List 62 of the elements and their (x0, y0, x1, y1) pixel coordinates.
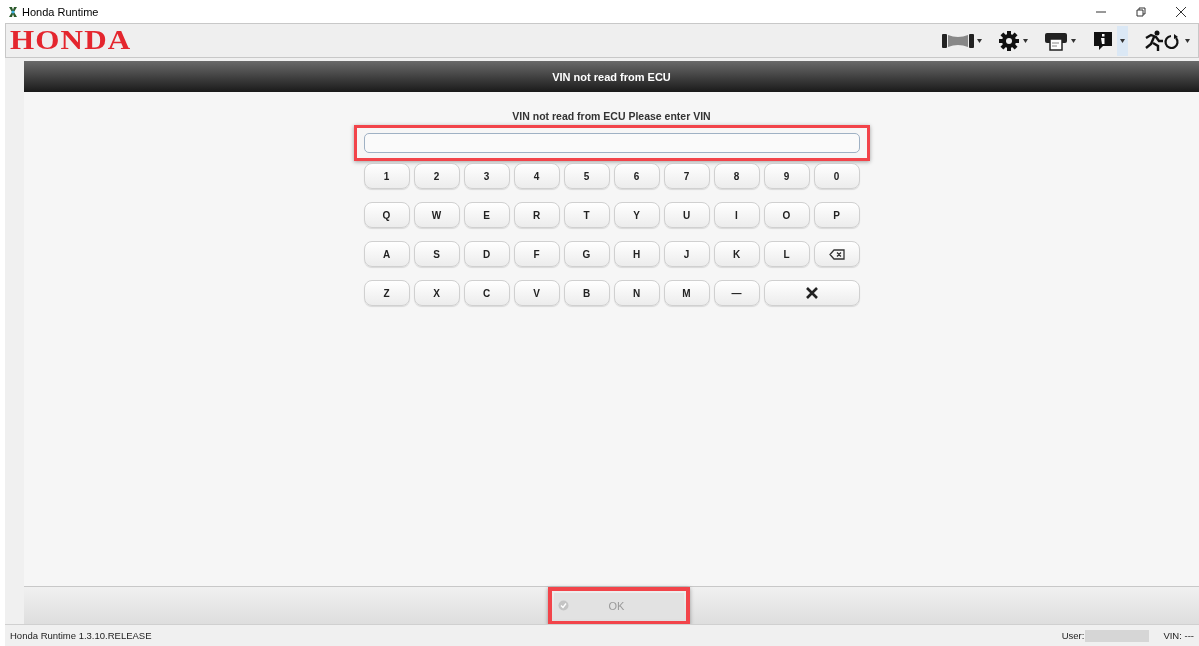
keyboard-key[interactable]: F (513, 241, 560, 267)
keyboard-key[interactable]: E (463, 202, 510, 228)
backspace-icon (828, 248, 845, 260)
clear-key[interactable] (763, 280, 860, 306)
keyboard-key[interactable]: 3 (463, 163, 510, 189)
keyboard-key[interactable]: 4 (513, 163, 560, 189)
keyboard-key[interactable]: O (763, 202, 810, 228)
keyboard-key[interactable]: — (713, 280, 760, 306)
keyboard-key[interactable]: Y (613, 202, 660, 228)
user-label: User: (1061, 630, 1085, 641)
keyboard-key[interactable]: G (563, 241, 610, 267)
restore-icon[interactable] (1136, 6, 1146, 17)
backspace-key[interactable] (813, 241, 860, 267)
keyboard-key[interactable]: T (563, 202, 610, 228)
version-text: Honda Runtime 1.3.10.RELEASE (10, 630, 152, 641)
keyboard-key[interactable]: 1 (363, 163, 410, 189)
caret-icon (977, 38, 982, 43)
keyboard-key[interactable]: M (663, 280, 710, 306)
close-icon (805, 287, 818, 299)
keyboard-key[interactable]: 8 (713, 163, 760, 189)
caret-icon (1120, 38, 1125, 43)
keyboard-key[interactable]: Z (363, 280, 410, 306)
keyboard-key[interactable]: D (463, 241, 510, 267)
keyboard-key[interactable]: 0 (813, 163, 860, 189)
close-icon[interactable] (1176, 6, 1186, 17)
keyboard-key[interactable]: S (413, 241, 460, 267)
keyboard-key[interactable]: 6 (613, 163, 660, 189)
keyboard-key[interactable]: L (763, 241, 810, 267)
window-title: Honda Runtime (22, 5, 100, 18)
keyboard-key[interactable]: N (613, 280, 660, 306)
keyboard-key[interactable]: R (513, 202, 560, 228)
vin-status: VIN: --- (1163, 630, 1194, 641)
check-icon (558, 600, 569, 611)
keyboard-key[interactable]: U (663, 202, 710, 228)
info-icon[interactable] (1092, 29, 1114, 52)
keyboard-key[interactable]: 7 (663, 163, 710, 189)
keyboard-key[interactable]: 2 (413, 163, 460, 189)
keyboard-key[interactable]: H (613, 241, 660, 267)
caret-icon (1023, 38, 1028, 43)
prompt-text: VIN not read from ECU Please enter VIN (512, 110, 711, 122)
caret-icon (1185, 38, 1190, 43)
app-icon (8, 5, 18, 18)
keyboard-key[interactable]: X (413, 280, 460, 306)
keyboard-key[interactable]: Q (363, 202, 410, 228)
settings-icon[interactable] (998, 29, 1020, 52)
keyboard-key[interactable]: A (363, 241, 410, 267)
keyboard-key[interactable]: B (563, 280, 610, 306)
keyboard-key[interactable]: K (713, 241, 760, 267)
honda-logo: HONDA (10, 25, 132, 56)
keyboard-key[interactable]: V (513, 280, 560, 306)
dialog-header: VIN not read from ECU (24, 61, 1199, 92)
vin-input-field[interactable] (363, 133, 860, 153)
keyboard-key[interactable]: J (663, 241, 710, 267)
keyboard-key[interactable]: I (713, 202, 760, 228)
keyboard-key[interactable]: P (813, 202, 860, 228)
caret-icon (1071, 38, 1076, 43)
keyboard-key[interactable]: W (413, 202, 460, 228)
printer-icon[interactable] (1044, 30, 1068, 51)
keyboard-key[interactable]: 5 (563, 163, 610, 189)
keyboard-key[interactable]: C (463, 280, 510, 306)
redacted-user (1085, 629, 1150, 642)
keyboard-key[interactable]: 9 (763, 163, 810, 189)
